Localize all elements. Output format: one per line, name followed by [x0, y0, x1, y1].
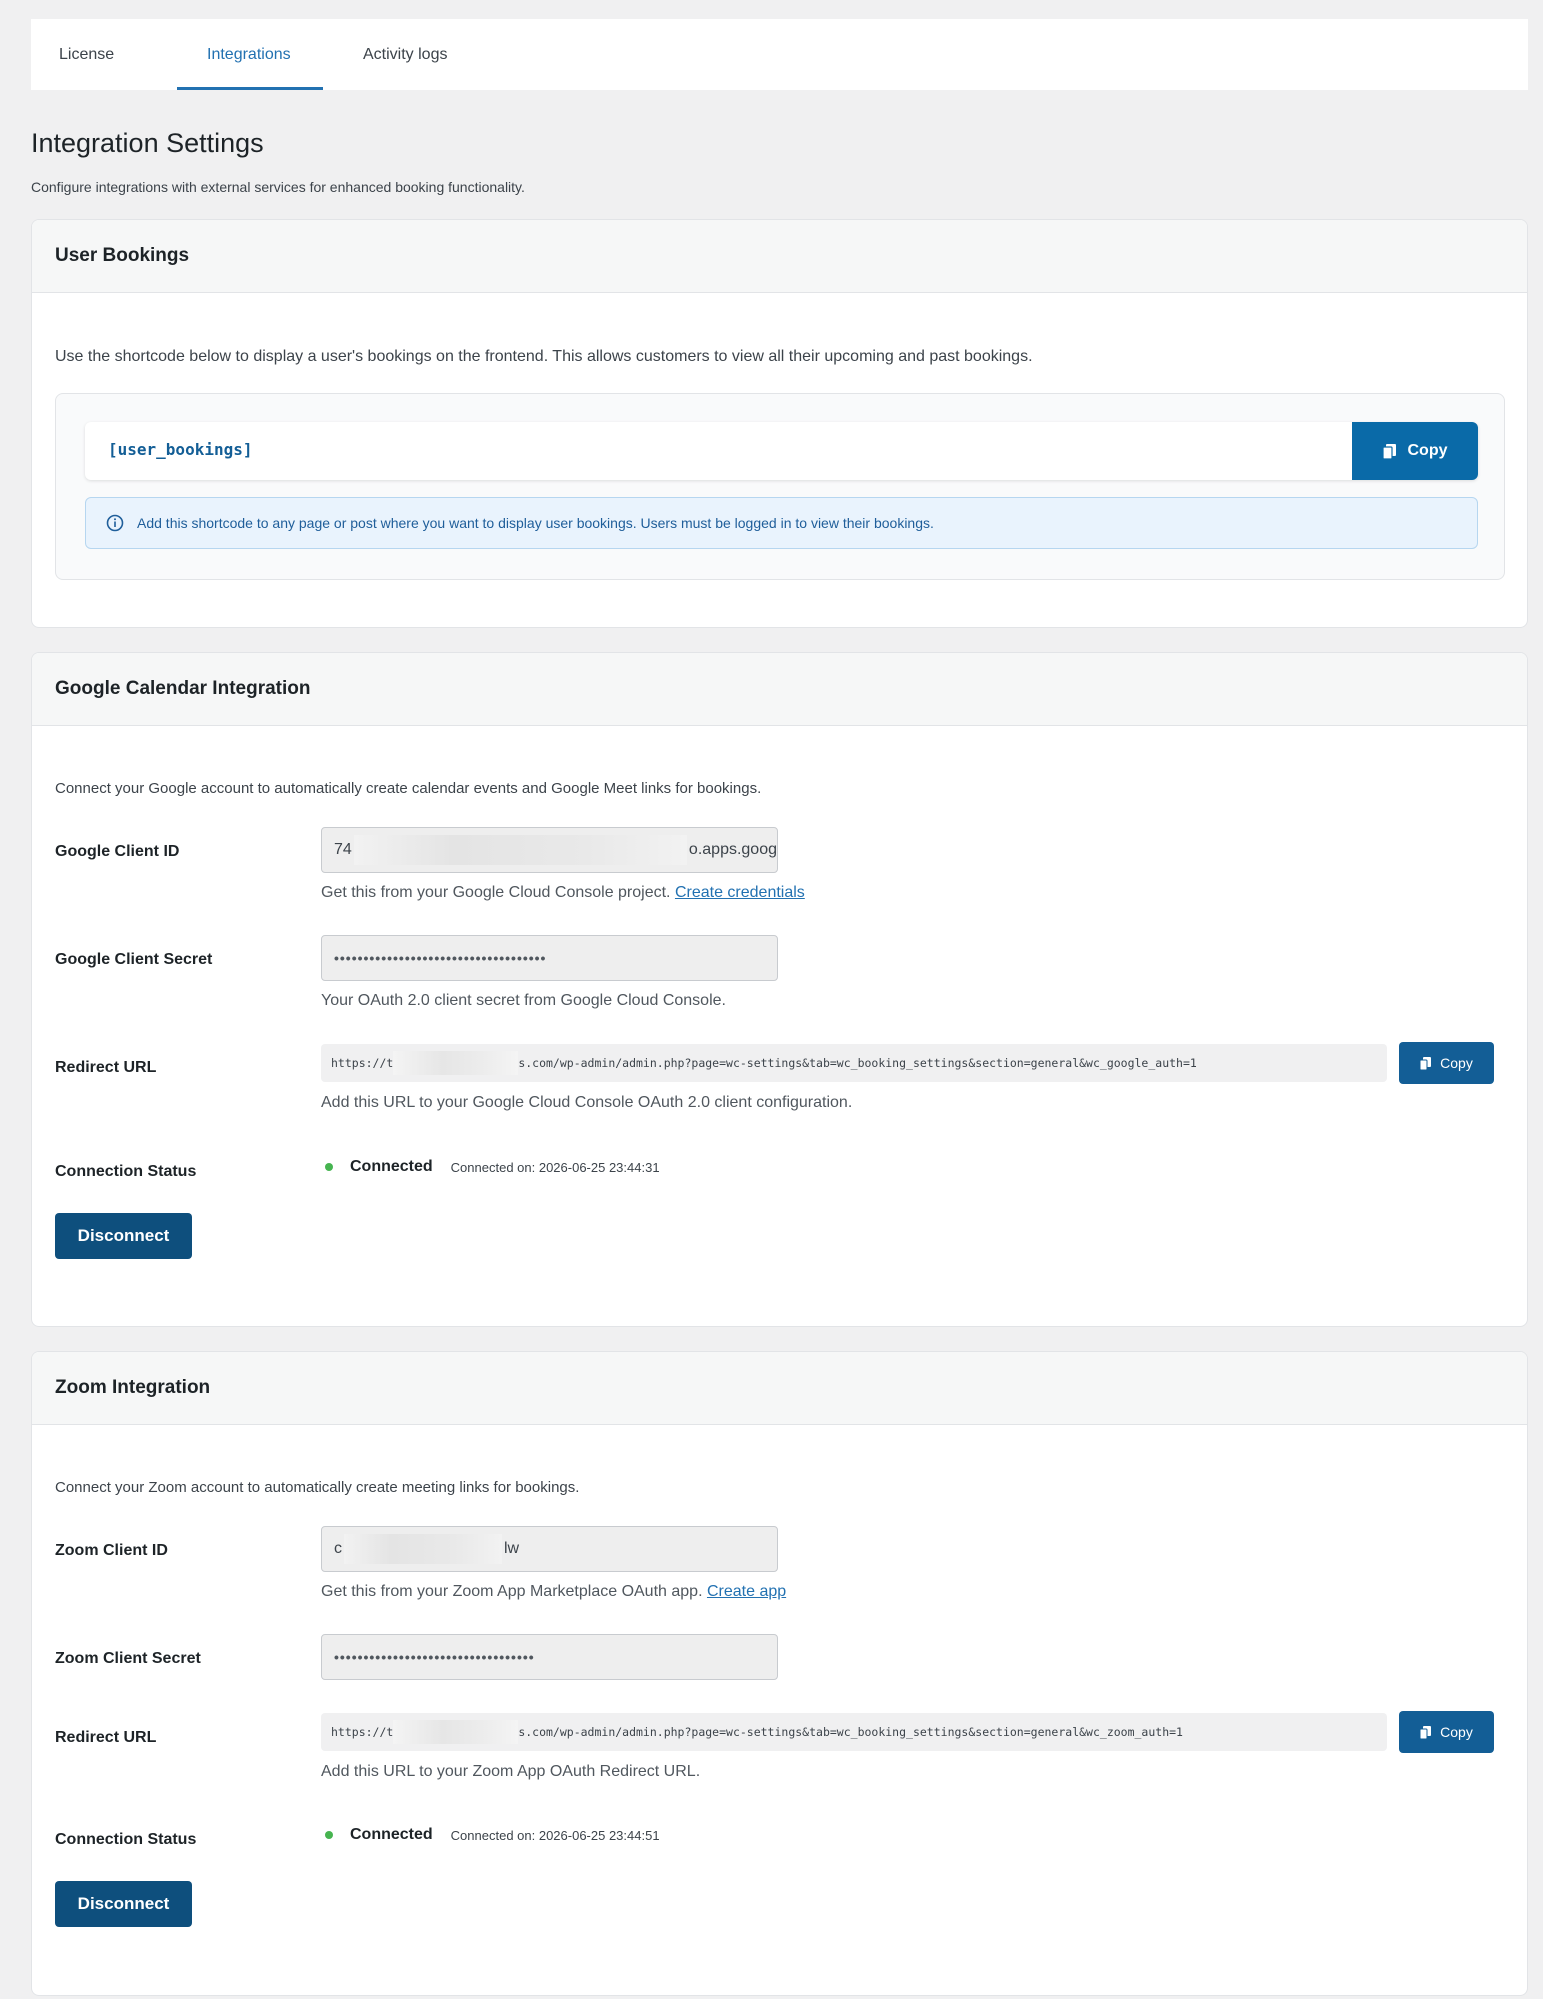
redacted-region	[344, 1534, 502, 1564]
google-client-secret-help: Your OAuth 2.0 client secret from Google…	[321, 992, 726, 1009]
user-bookings-title: User Bookings	[32, 220, 1527, 293]
zoom-client-id-input[interactable]: c lw	[321, 1526, 778, 1572]
status-text: Connected	[350, 1158, 433, 1175]
copy-icon	[1382, 443, 1396, 459]
google-redirect-label: Redirect URL	[55, 1059, 157, 1076]
shortcode-field: [user_bookings] Copy	[85, 422, 1478, 480]
google-calendar-title: Google Calendar Integration	[32, 653, 1527, 726]
zoom-disconnect-button[interactable]: Disconnect	[55, 1881, 192, 1927]
tab-license[interactable]: License	[59, 19, 177, 90]
shortcode-text[interactable]: [user_bookings]	[108, 440, 253, 459]
google-client-id-input[interactable]: 74 o.apps.goog	[321, 827, 778, 873]
shortcode-note-text: Add this shortcode to any page or post w…	[137, 515, 934, 531]
google-connection-status: Connected Connected on: 2026-06-25 23:44…	[325, 1158, 660, 1176]
client-id-end: o.apps.goog	[688, 841, 777, 858]
page-description: Configure integrations with external ser…	[31, 179, 525, 195]
google-client-id-label: Google Client ID	[55, 843, 180, 860]
info-icon	[106, 514, 124, 532]
copy-label: Copy	[1440, 1055, 1473, 1071]
status-dot-icon	[325, 1831, 333, 1839]
status-dot-icon	[325, 1163, 333, 1171]
zoom-redirect-url-field[interactable]: https://t s.com/wp-admin/admin.php?page=w…	[321, 1713, 1387, 1751]
client-id-start: 74	[334, 841, 352, 858]
zoom-connection-status: Connected Connected on: 2026-06-25 23:44…	[325, 1826, 660, 1844]
google-redirect-copy-button[interactable]: Copy	[1399, 1042, 1494, 1084]
help-text: Get this from your Google Cloud Console …	[321, 884, 671, 901]
url-end: s.com/wp-admin/admin.php?page=wc-setting…	[518, 1725, 1183, 1739]
google-client-secret-input[interactable]: ••••••••••••••••••••••••••••••••••••	[321, 935, 778, 981]
google-description: Connect your Google account to automatic…	[55, 780, 762, 797]
url-start: https://t	[331, 1725, 394, 1739]
google-disconnect-button[interactable]: Disconnect	[55, 1213, 192, 1259]
google-calendar-body: Connect your Google account to automatic…	[32, 726, 1527, 1326]
copy-icon	[1420, 1725, 1432, 1739]
zoom-description: Connect your Zoom account to automatical…	[55, 1479, 580, 1496]
zoom-client-id-help: Get this from your Zoom App Marketplace …	[321, 1583, 786, 1601]
status-timestamp: Connected on: 2026-06-25 23:44:31	[450, 1159, 660, 1175]
client-id-end: lw	[504, 1540, 520, 1557]
copy-icon	[1420, 1056, 1432, 1070]
zoom-client-secret-input[interactable]: ••••••••••••••••••••••••••••••••••	[321, 1634, 778, 1680]
user-bookings-card: User Bookings Use the shortcode below to…	[31, 219, 1528, 628]
settings-page: License Integrations Activity logs Integ…	[31, 19, 1528, 1996]
page-title: Integration Settings	[31, 128, 264, 158]
zoom-title: Zoom Integration	[32, 1352, 1527, 1425]
secret-mask: ••••••••••••••••••••••••••••••••••	[334, 1649, 535, 1665]
google-calendar-card: Google Calendar Integration Connect your…	[31, 652, 1528, 1327]
zoom-client-id-label: Zoom Client ID	[55, 1542, 168, 1559]
google-redirect-url-field[interactable]: https://t s.com/wp-admin/admin.php?page=w…	[321, 1044, 1387, 1082]
zoom-redirect-help: Add this URL to your Zoom App OAuth Redi…	[321, 1763, 701, 1780]
shortcode-info-note: Add this shortcode to any page or post w…	[85, 497, 1478, 549]
redacted-region	[353, 835, 687, 865]
tab-activity-logs[interactable]: Activity logs	[323, 19, 447, 90]
secret-mask: ••••••••••••••••••••••••••••••••••••	[334, 950, 547, 966]
status-timestamp: Connected on: 2026-06-25 23:44:51	[450, 1827, 660, 1843]
tab-bar: License Integrations Activity logs	[31, 19, 1528, 90]
copy-label: Copy	[1440, 1724, 1473, 1740]
copy-label: Copy	[1407, 442, 1448, 459]
status-text: Connected	[350, 1826, 433, 1843]
zoom-card: Zoom Integration Connect your Zoom accou…	[31, 1351, 1528, 1996]
client-id-start: c	[334, 1540, 342, 1557]
zoom-status-label: Connection Status	[55, 1831, 197, 1848]
google-status-label: Connection Status	[55, 1163, 197, 1180]
google-client-id-help: Get this from your Google Cloud Console …	[321, 884, 805, 902]
zoom-redirect-label: Redirect URL	[55, 1729, 157, 1746]
copy-shortcode-button[interactable]: Copy	[1352, 422, 1478, 480]
tab-integrations[interactable]: Integrations	[177, 19, 323, 90]
create-credentials-link[interactable]: Create credentials	[675, 884, 805, 901]
shortcode-box: [user_bookings] Copy Add this shortcode …	[55, 393, 1505, 580]
user-bookings-description: Use the shortcode below to display a use…	[55, 348, 1033, 365]
google-client-secret-label: Google Client Secret	[55, 951, 213, 968]
help-text: Get this from your Zoom App Marketplace …	[321, 1583, 703, 1600]
redacted-region	[393, 1720, 519, 1744]
redacted-region	[393, 1051, 519, 1075]
create-app-link[interactable]: Create app	[707, 1583, 786, 1600]
user-bookings-body: Use the shortcode below to display a use…	[32, 293, 1527, 627]
zoom-client-secret-label: Zoom Client Secret	[55, 1650, 201, 1667]
zoom-body: Connect your Zoom account to automatical…	[32, 1425, 1527, 1995]
url-end: s.com/wp-admin/admin.php?page=wc-setting…	[518, 1056, 1197, 1070]
url-start: https://t	[331, 1056, 394, 1070]
zoom-redirect-copy-button[interactable]: Copy	[1399, 1711, 1494, 1753]
google-redirect-help: Add this URL to your Google Cloud Consol…	[321, 1094, 853, 1111]
